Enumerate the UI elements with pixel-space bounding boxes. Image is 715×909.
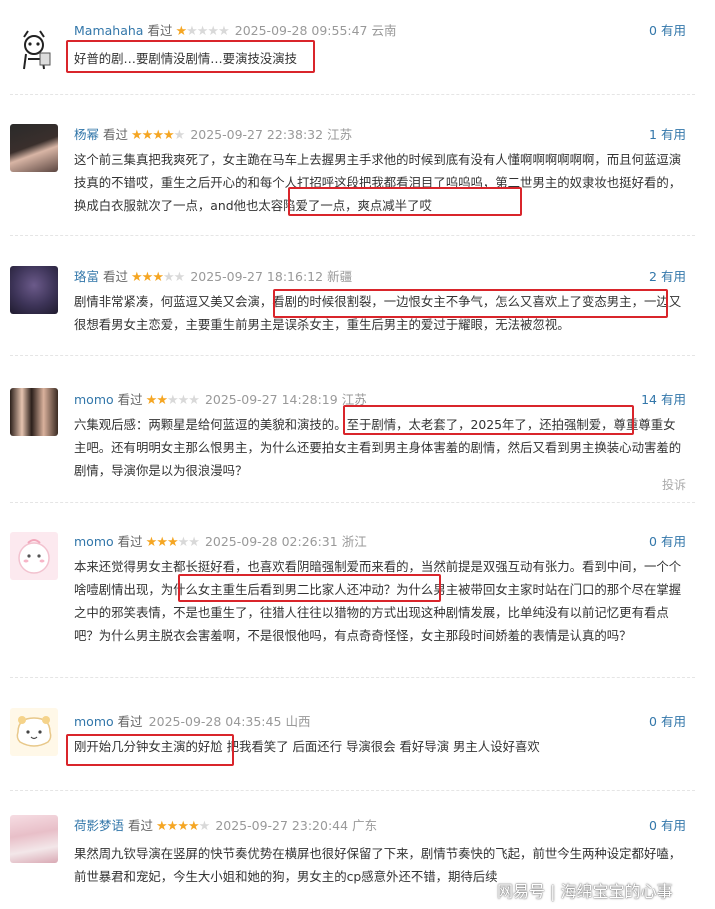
avatar[interactable]	[10, 388, 58, 436]
vote-count: 0	[649, 23, 657, 38]
comment-meta: 荷影梦语 看过 ★★★★★ 2025-09-27 23:20:44 广东	[74, 816, 377, 836]
username-link[interactable]: 荷影梦语	[74, 818, 124, 833]
location: 云南	[371, 23, 397, 38]
avatar[interactable]	[10, 815, 58, 863]
useful-button[interactable]: 有用	[661, 392, 686, 407]
username-link[interactable]: momo	[74, 714, 114, 729]
username-link[interactable]: 珞富	[74, 269, 99, 284]
useful-vote[interactable]: 0 有用	[649, 532, 686, 552]
watch-status: 看过	[117, 534, 143, 549]
star-empty: ★★	[177, 535, 200, 550]
comment-meta: 珞富 看过 ★★★★★ 2025-09-27 18:16:12 新疆	[74, 267, 352, 287]
avatar[interactable]	[10, 27, 58, 75]
watch-status: 看过	[147, 23, 173, 38]
location: 新疆	[327, 269, 353, 284]
location: 山西	[285, 714, 311, 729]
highlight-box	[288, 187, 522, 216]
rating-stars: ★★★★★	[145, 535, 200, 550]
comment-meta: momo 看过 2025-09-28 04:35:45 山西	[74, 712, 310, 732]
highlight-box	[66, 734, 234, 766]
vote-count: 0	[649, 818, 657, 833]
timestamp: 2025-09-27 18:16:12	[190, 269, 324, 284]
star-filled: ★★	[145, 393, 168, 408]
useful-vote[interactable]: 2 有用	[649, 267, 686, 287]
watch-status: 看过	[103, 269, 129, 284]
star-empty: ★★	[163, 270, 185, 285]
useful-vote[interactable]: 0 有用	[649, 816, 686, 836]
divider	[10, 790, 695, 791]
watermark: 网易号 | 海绵宝宝的心事	[497, 882, 673, 901]
useful-vote[interactable]: 1 有用	[649, 125, 686, 145]
watch-status: 看过	[103, 127, 129, 142]
rating-stars: ★★★★★	[175, 24, 230, 39]
star-filled: ★★★★	[156, 819, 200, 834]
vote-count: 0	[649, 534, 657, 549]
avatar[interactable]	[10, 266, 58, 314]
star-filled: ★★★	[145, 535, 179, 550]
useful-button[interactable]: 有用	[661, 714, 686, 729]
star-empty: ★	[173, 128, 186, 143]
useful-button[interactable]: 有用	[661, 269, 686, 284]
useful-button[interactable]: 有用	[661, 23, 686, 38]
divider	[10, 677, 695, 678]
star-filled: ★★★	[131, 270, 164, 285]
comment-meta: momo 看过 ★★★★★ 2025-09-28 02:26:31 浙江	[74, 532, 367, 552]
rating-stars: ★★★★★	[156, 819, 211, 834]
timestamp: 2025-09-28 09:55:47	[234, 23, 368, 38]
timestamp: 2025-09-28 02:26:31	[204, 534, 338, 549]
star-filled: ★★★★	[131, 128, 175, 143]
username-link[interactable]: Mamahaha	[74, 23, 143, 38]
username-link[interactable]: 杨幂	[74, 127, 99, 142]
rating-stars: ★★★★★	[145, 393, 200, 408]
useful-vote[interactable]: 0 有用	[649, 21, 686, 41]
username-link[interactable]: momo	[74, 392, 114, 407]
useful-button[interactable]: 有用	[661, 818, 686, 833]
avatar[interactable]	[10, 532, 58, 580]
vote-count: 2	[649, 269, 657, 284]
star-empty: ★	[198, 819, 211, 834]
timestamp: 2025-09-28 04:35:45	[148, 714, 282, 729]
vote-count: 1	[649, 127, 657, 142]
comment-meta: momo 看过 ★★★★★ 2025-09-27 14:28:19 江苏	[74, 390, 367, 410]
timestamp: 2025-09-27 23:20:44	[215, 818, 349, 833]
highlight-box	[343, 405, 634, 435]
star-filled: ★	[175, 24, 187, 39]
rating-stars: ★★★★★	[131, 270, 185, 285]
watch-status: 看过	[128, 818, 154, 833]
divider	[10, 235, 695, 236]
username-link[interactable]: momo	[74, 534, 114, 549]
star-empty: ★★★★	[186, 24, 230, 39]
vote-count: 0	[649, 714, 657, 729]
divider	[10, 355, 695, 356]
comment-meta: Mamahaha 看过 ★★★★★ 2025-09-28 09:55:47 云南	[74, 21, 397, 41]
rating-stars: ★★★★★	[131, 128, 186, 143]
highlight-box	[178, 574, 441, 602]
useful-vote[interactable]: 0 有用	[649, 712, 686, 732]
avatar[interactable]	[10, 124, 58, 172]
comment-meta: 杨幂 看过 ★★★★★ 2025-09-27 22:38:32 江苏	[74, 125, 352, 145]
star-empty: ★★★	[166, 393, 200, 408]
highlight-box	[273, 289, 668, 318]
vote-count: 14	[641, 392, 657, 407]
divider	[10, 502, 695, 503]
avatar[interactable]	[10, 708, 58, 756]
location: 广东	[352, 818, 378, 833]
highlight-box	[66, 40, 315, 73]
location: 江苏	[327, 127, 353, 142]
useful-button[interactable]: 有用	[661, 127, 686, 142]
useful-button[interactable]: 有用	[661, 534, 686, 549]
useful-vote[interactable]: 14 有用	[641, 390, 686, 410]
divider	[10, 94, 695, 95]
timestamp: 2025-09-27 22:38:32	[190, 127, 324, 142]
watch-status: 看过	[117, 714, 143, 729]
report-link[interactable]: 投诉	[662, 476, 686, 493]
watch-status: 看过	[117, 392, 143, 407]
location: 浙江	[341, 534, 367, 549]
timestamp: 2025-09-27 14:28:19	[204, 392, 338, 407]
